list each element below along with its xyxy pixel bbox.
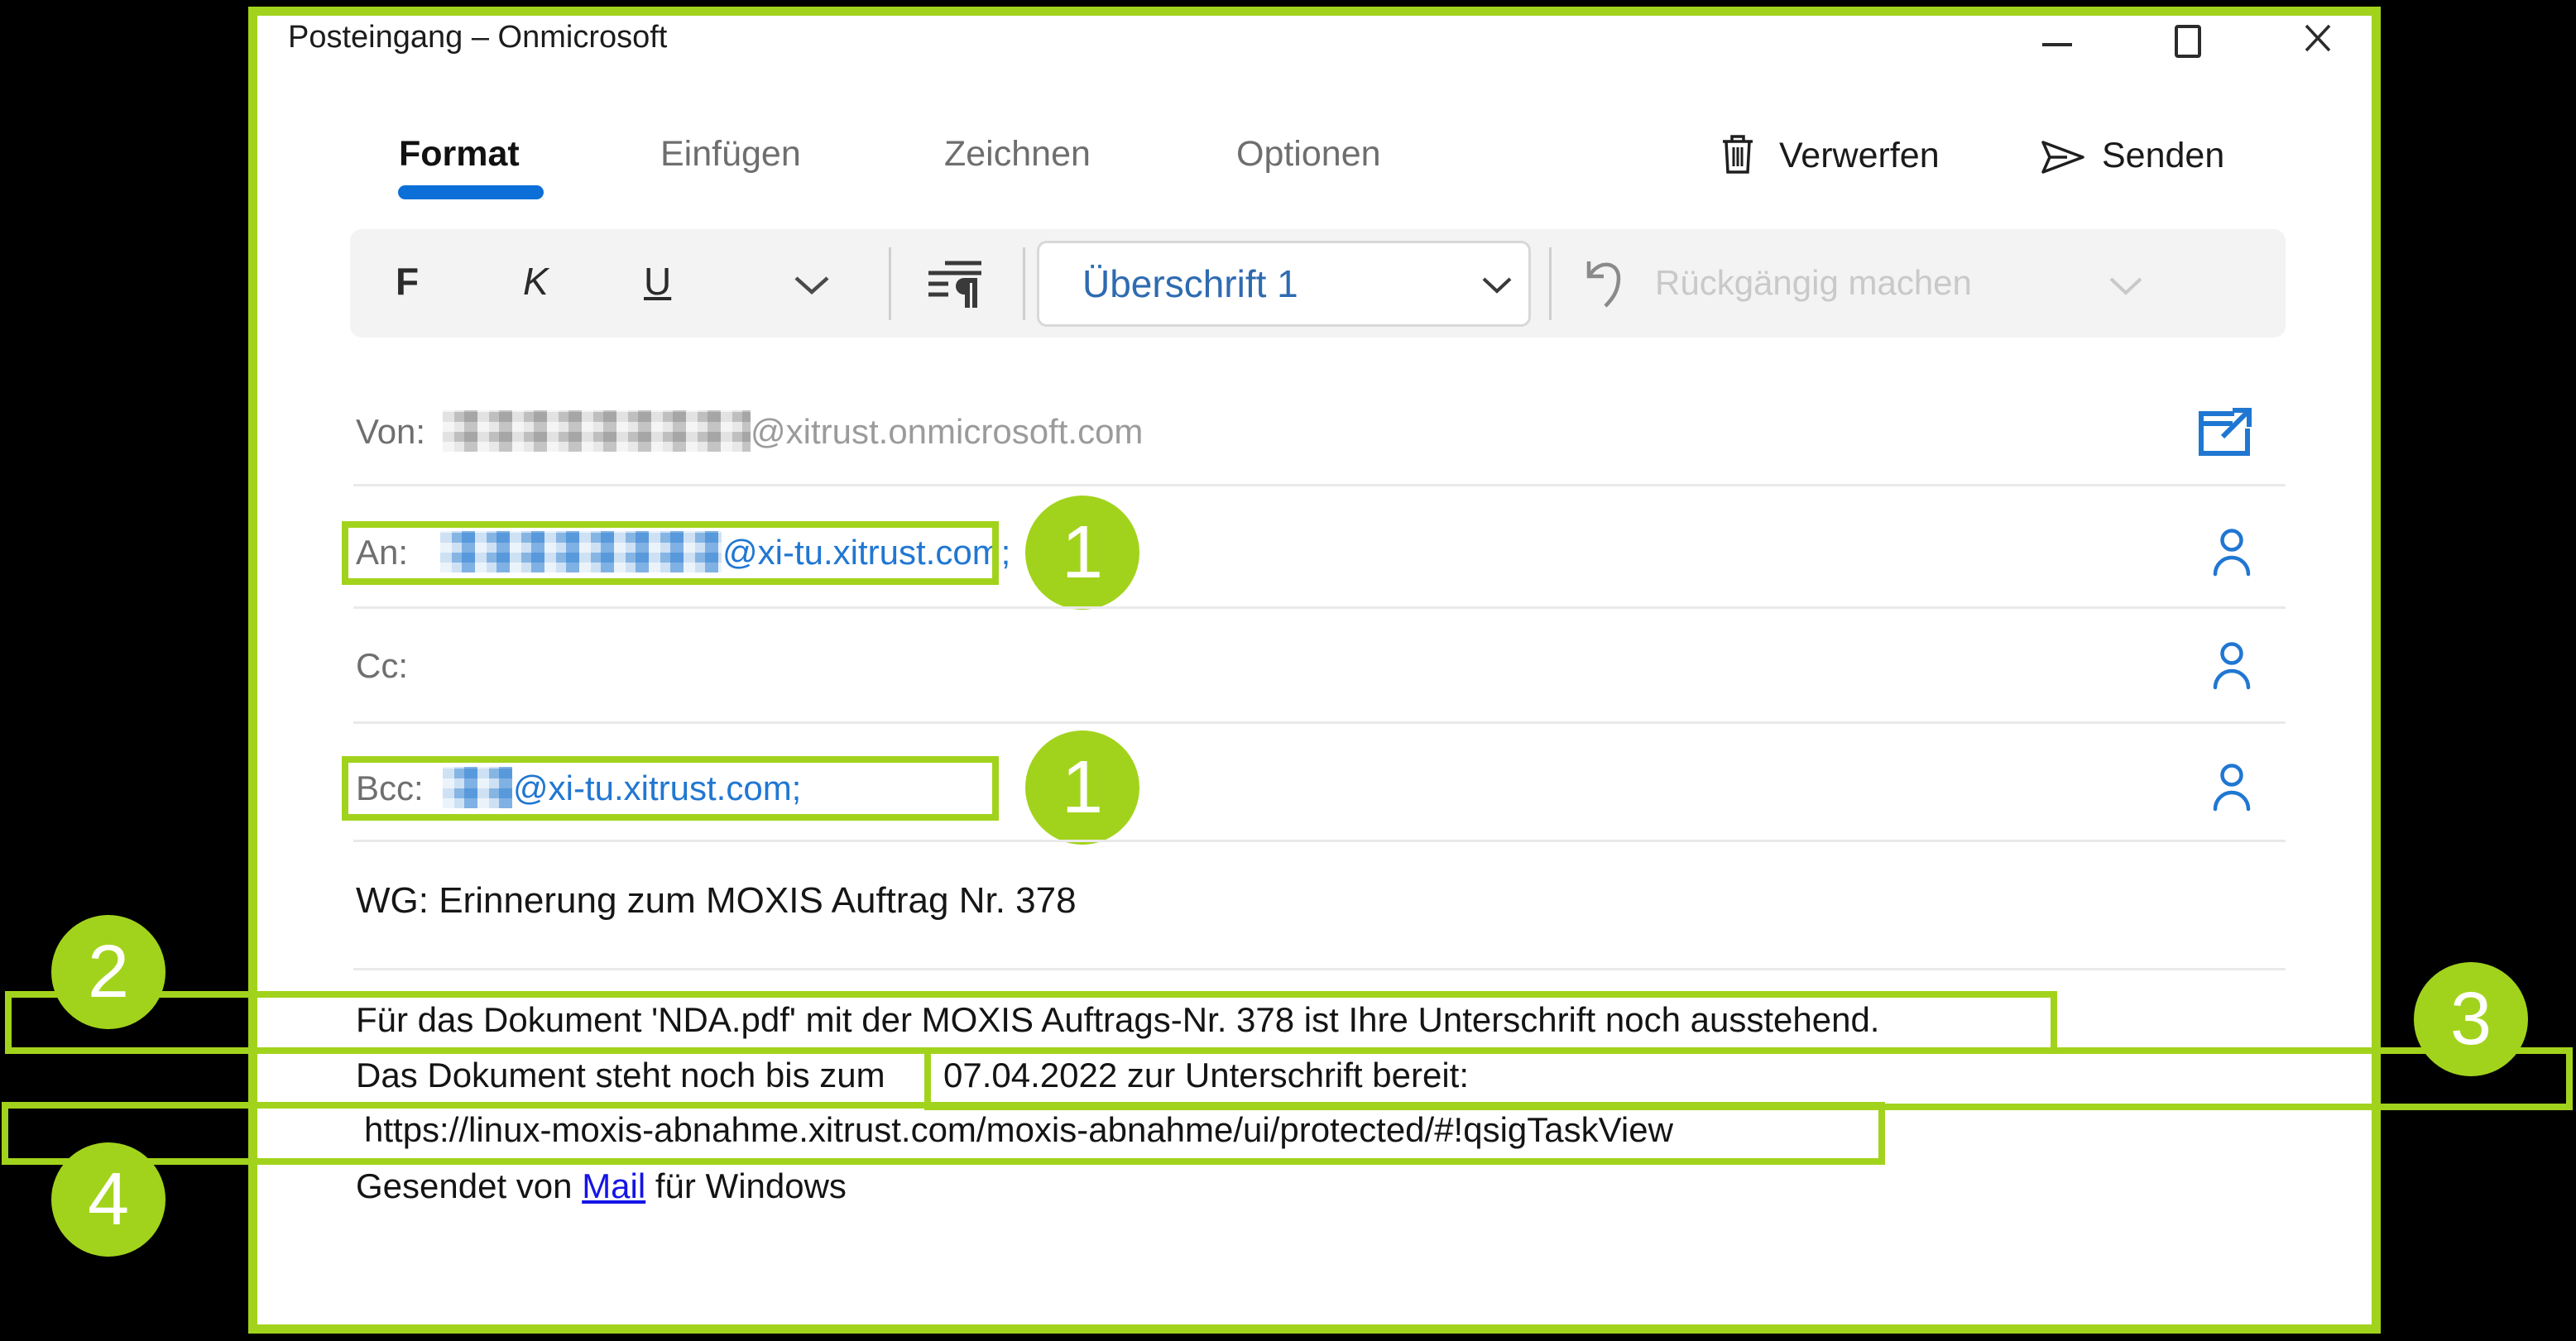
row-divider bbox=[353, 606, 2286, 609]
style-dropdown-chevron[interactable] bbox=[1481, 276, 1513, 295]
formatting-more-chevron[interactable] bbox=[793, 275, 831, 296]
undo-arrow-icon bbox=[1582, 255, 1629, 309]
annotation-badge-3: 3 bbox=[2414, 962, 2528, 1076]
row-divider bbox=[353, 721, 2286, 724]
window-title: Posteingang – Onmicrosoft bbox=[288, 20, 667, 56]
subject-line[interactable]: WG: Erinnerung zum MOXIS Auftrag Nr. 378 bbox=[356, 880, 1077, 922]
cc-label: Cc: bbox=[356, 646, 408, 686]
an-add-contact-button[interactable] bbox=[2213, 528, 2251, 577]
annotation-box-bcc bbox=[342, 756, 999, 821]
italic-button[interactable]: K bbox=[523, 260, 549, 304]
close-button[interactable] bbox=[2304, 22, 2332, 53]
chevron-down-icon bbox=[2108, 276, 2143, 296]
annotation-badge-1-an: 1 bbox=[1025, 496, 1139, 610]
undo-options-chevron[interactable] bbox=[2108, 276, 2143, 296]
annotation-box-an bbox=[342, 521, 999, 585]
toolbar-divider bbox=[889, 247, 891, 320]
tab-format[interactable]: Format bbox=[399, 134, 520, 175]
mail-app-link[interactable]: Mail bbox=[582, 1166, 645, 1205]
tab-zeichnen[interactable]: Zeichnen bbox=[944, 134, 1091, 175]
open-popout-button[interactable] bbox=[2195, 404, 2254, 460]
screenshot-stage: Posteingang – Onmicrosoft Format Einfüge… bbox=[0, 0, 2576, 1341]
body-line-4[interactable]: Gesendet von Mail für Windows bbox=[356, 1166, 847, 1206]
von-value[interactable]: @xitrust.onmicrosoft.com bbox=[751, 412, 1143, 452]
person-icon bbox=[2213, 763, 2251, 812]
tab-optionen[interactable]: Optionen bbox=[1236, 134, 1381, 175]
discard-button[interactable]: Verwerfen bbox=[1779, 136, 1940, 176]
person-icon bbox=[2213, 528, 2251, 577]
bcc-add-contact-button[interactable] bbox=[2213, 763, 2251, 812]
annotation-box-line2 bbox=[924, 1047, 2573, 1110]
body-line-2-prefix[interactable]: Das Dokument steht noch bis zum bbox=[356, 1056, 885, 1095]
person-icon bbox=[2213, 641, 2251, 691]
paragraph-format-button[interactable] bbox=[927, 258, 983, 309]
undo-button[interactable] bbox=[1582, 255, 1629, 309]
annotation-badge-1-bcc: 1 bbox=[1025, 730, 1139, 845]
toolbar-divider bbox=[1549, 247, 1552, 320]
row-divider bbox=[353, 484, 2286, 486]
bold-button[interactable]: F bbox=[396, 260, 419, 304]
annotation-badge-4: 4 bbox=[51, 1142, 165, 1257]
close-icon bbox=[2304, 22, 2332, 53]
send-button[interactable]: Senden bbox=[2102, 136, 2224, 176]
annotation-badge-2: 2 bbox=[51, 915, 165, 1029]
paragraph-format-icon bbox=[927, 258, 983, 309]
style-dropdown-value: Überschrift 1 bbox=[1082, 262, 1298, 306]
toolbar-divider bbox=[1023, 247, 1025, 320]
row-divider bbox=[353, 968, 2286, 970]
send-icon[interactable] bbox=[2039, 137, 2087, 177]
open-in-new-window-icon bbox=[2195, 404, 2254, 460]
annotation-box-line1 bbox=[5, 991, 2057, 1054]
minimize-button[interactable] bbox=[2042, 43, 2072, 46]
chevron-down-icon bbox=[1481, 276, 1513, 295]
underline-button[interactable]: U bbox=[644, 260, 671, 304]
cc-add-contact-button[interactable] bbox=[2213, 641, 2251, 691]
tab-einfuegen[interactable]: Einfügen bbox=[660, 134, 801, 175]
von-label: Von: bbox=[356, 412, 425, 452]
maximize-button[interactable] bbox=[2175, 25, 2201, 58]
row-divider bbox=[353, 840, 2286, 842]
trash-icon[interactable] bbox=[1720, 132, 1756, 175]
von-redacted-name bbox=[443, 410, 751, 452]
sent-from-suffix: für Windows bbox=[645, 1166, 847, 1205]
undo-label: Rückgängig machen bbox=[1655, 263, 1972, 303]
chevron-down-icon bbox=[793, 275, 831, 296]
annotation-box-line3 bbox=[2, 1102, 1885, 1165]
sent-from-prefix: Gesendet von bbox=[356, 1166, 582, 1205]
active-tab-underline bbox=[398, 185, 544, 199]
